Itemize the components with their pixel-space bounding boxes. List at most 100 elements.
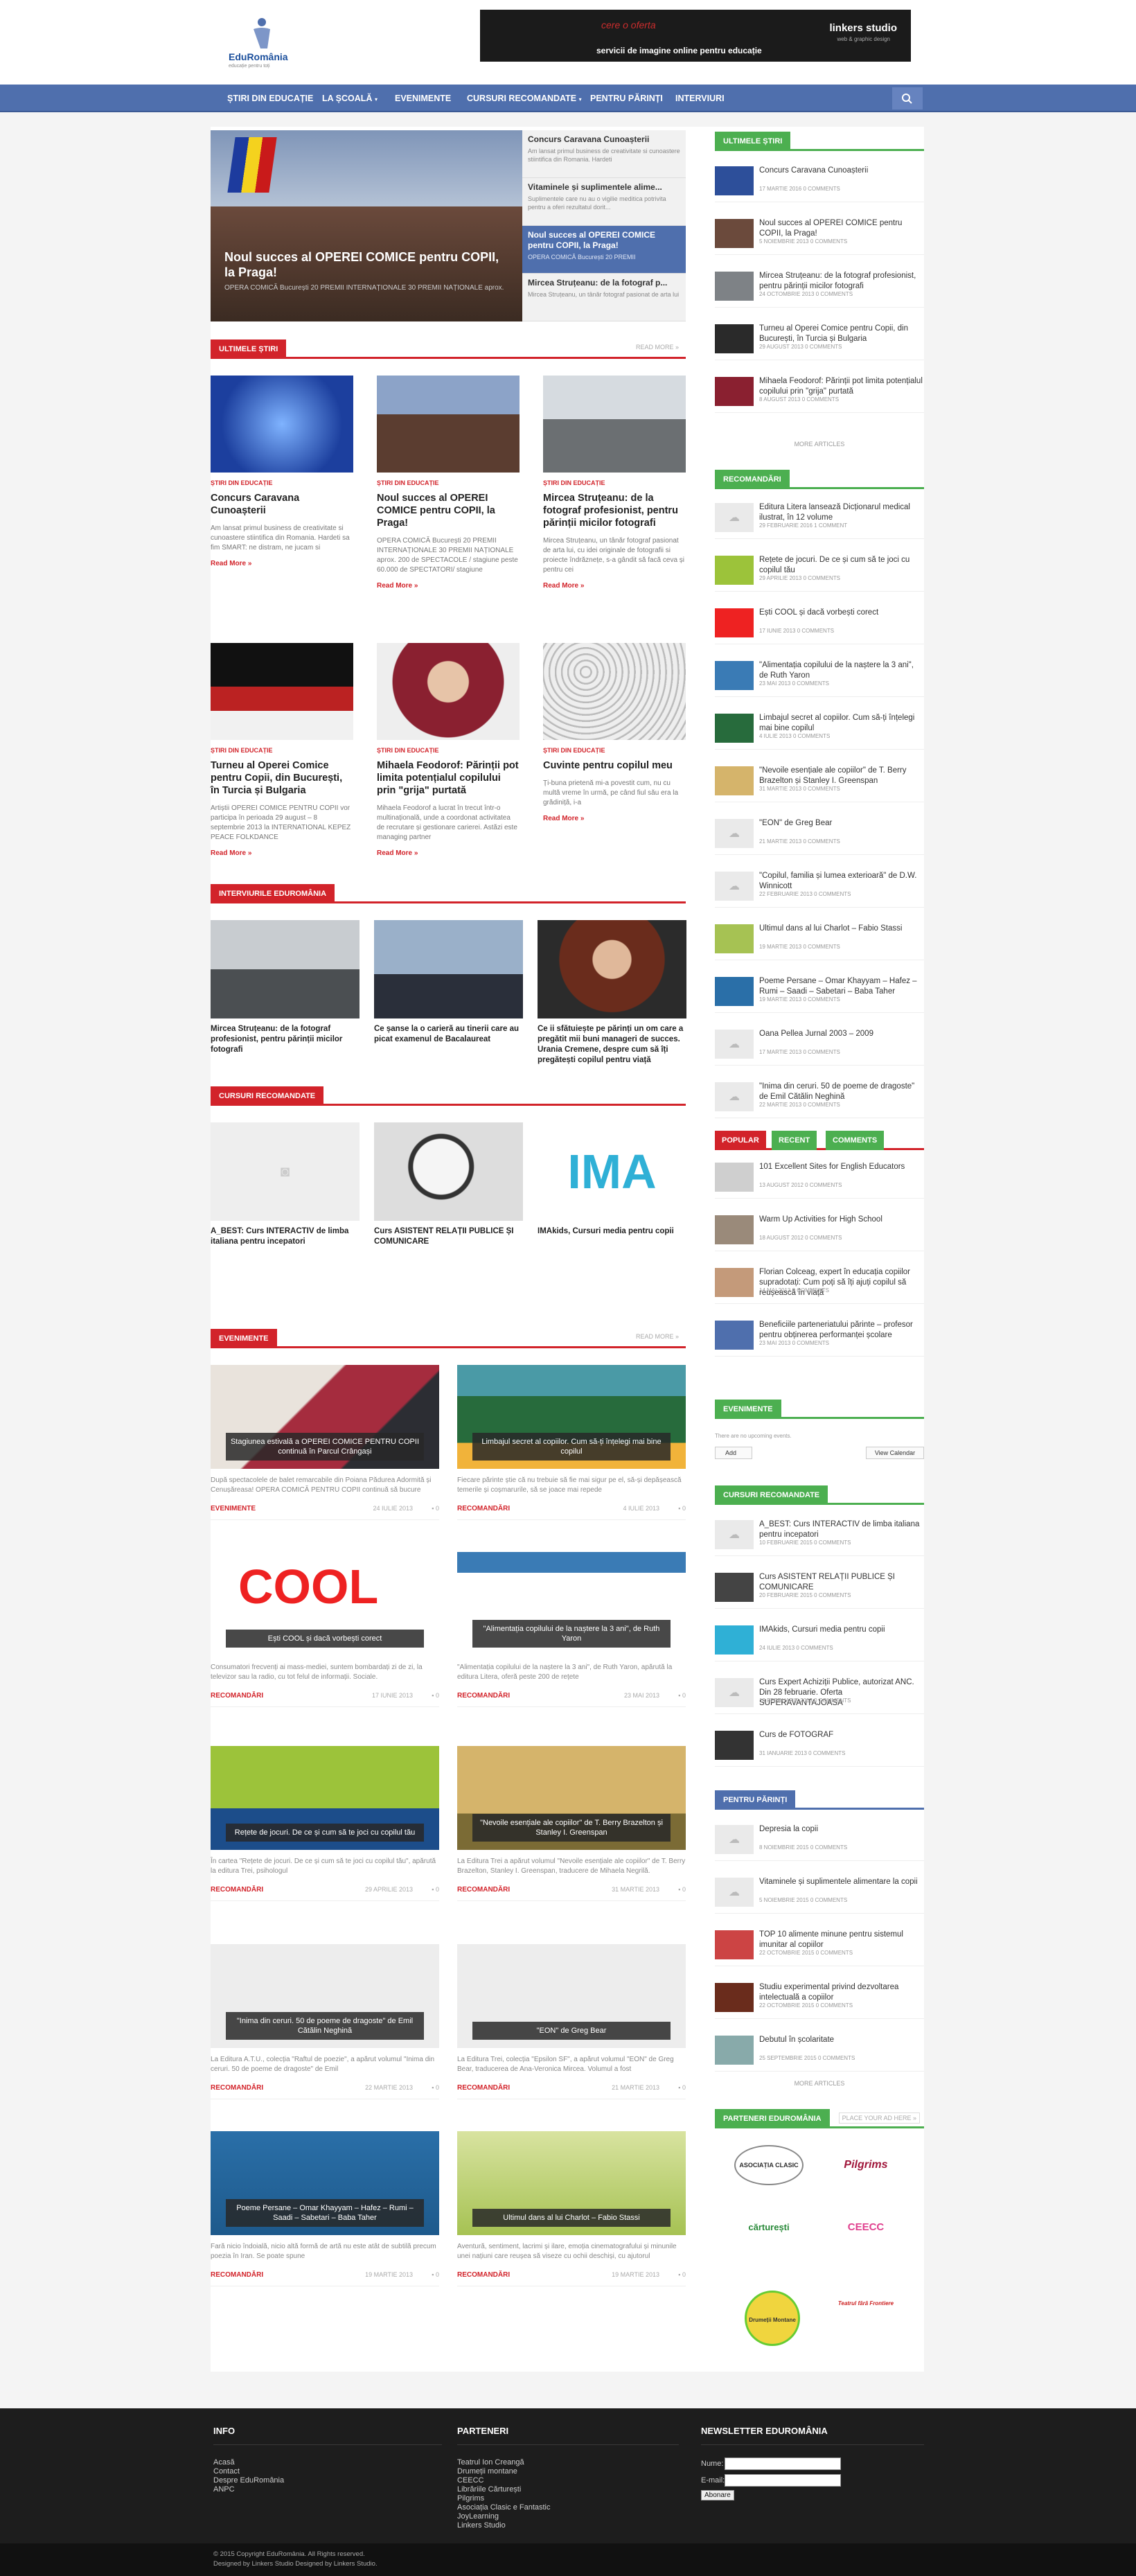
card-image[interactable]: Limbajul secret al copiilor. Cum să-ți î… — [457, 1365, 686, 1469]
event-card[interactable]: "EON" de Greg Bear La Editura Trei, cole… — [457, 1944, 686, 2099]
sidebar-list-item[interactable]: ☁ "Copilul, familia și lumea exterioară" … — [715, 869, 924, 908]
card-category[interactable]: RECOMANDĂRI — [211, 2271, 263, 2279]
card-image[interactable]: "Alimentația copilului de la naștere la … — [457, 1552, 686, 1656]
card-image[interactable] — [538, 920, 686, 1018]
card-category[interactable]: ȘTIRI DIN EDUCAȚIE — [377, 747, 520, 754]
read-more-link[interactable]: Read More » — [211, 560, 353, 567]
card-image[interactable] — [543, 643, 686, 740]
item-thumbnail[interactable] — [715, 1731, 754, 1760]
sidebar-list-item[interactable]: Noul succes al OPEREI COMICE pentru COPI… — [715, 216, 924, 255]
card-caption[interactable]: "EON" de Greg Bear — [472, 2022, 671, 2040]
footer-partner-link[interactable]: Asociația Clasic e Fantastic — [457, 2503, 551, 2512]
sidebar-list-item[interactable]: ☁ Editura Litera lansează Dicționarul med… — [715, 500, 924, 539]
item-thumbnail[interactable] — [715, 714, 754, 743]
item-title[interactable]: Curs Expert Achiziții Publice, autorizat… — [759, 1677, 924, 1709]
event-card[interactable]: Rețete de jocuri. De ce și cum să te joc… — [211, 1746, 439, 1901]
card-image[interactable]: Stagiunea estivală a OPEREI COMICE PENTR… — [211, 1365, 439, 1469]
card-image[interactable] — [377, 376, 520, 473]
footer-link-despre[interactable]: Despre EduRomânia — [213, 2476, 284, 2485]
card-image[interactable]: Rețete de jocuri. De ce și cum să te joc… — [211, 1746, 439, 1850]
partner-logo-pilgrims[interactable]: Pilgrims — [831, 2148, 900, 2182]
nav-item-cursuri[interactable]: CURSURI RECOMANDATE ▾ — [467, 85, 582, 112]
sidebar-list-item[interactable]: IMAkids, Cursuri media pentru copii 24 IU… — [715, 1623, 924, 1661]
slider-list-item[interactable]: Vitaminele și suplimentele alime... Supli… — [522, 178, 686, 226]
card-caption[interactable]: "Inima din ceruri. 50 de poeme de dragos… — [226, 2012, 424, 2040]
sidebar-list-item[interactable]: ☁ Vitaminele și suplimentele alimentare l… — [715, 1875, 924, 1914]
course-card[interactable]: ◙ A_BEST: Curs INTERACTIV de limba itali… — [211, 1122, 360, 1247]
card-image[interactable]: COOL Ești COOL și dacă vorbești corect — [211, 1552, 439, 1656]
card-title[interactable]: IMAkids, Cursuri media pentru copii — [538, 1226, 686, 1237]
slider-list-item-active[interactable]: Noul succes al OPEREI COMICE pentru COPI… — [522, 226, 686, 274]
card-category[interactable]: RECOMANDĂRI — [457, 2084, 510, 2092]
item-comments[interactable]: 0 COMMENTS — [810, 1844, 847, 1851]
comment-count[interactable]: ▪ 0 — [432, 2084, 439, 2091]
card-caption[interactable]: Rețete de jocuri. De ce și cum să te joc… — [226, 1824, 424, 1842]
slider-list-item[interactable]: Mircea Struțeanu: de la fotograf p... Mir… — [522, 274, 686, 321]
event-card[interactable]: "Inima din ceruri. 50 de poeme de dragos… — [211, 1944, 439, 2099]
item-comments[interactable]: 0 COMMENTS — [805, 344, 842, 350]
sidebar-list-item[interactable]: Curs ASISTENT RELAȚII PUBLICE ȘI COMUNIC… — [715, 1570, 924, 1609]
item-thumbnail[interactable] — [715, 1321, 754, 1350]
card-title[interactable]: Mircea Struțeanu: de la fotograf profesi… — [211, 1024, 360, 1055]
event-card[interactable]: COOL Ești COOL și dacă vorbești corect Co… — [211, 1552, 439, 1707]
item-comments[interactable]: 0 COMMENTS — [805, 1235, 842, 1241]
card-title[interactable]: Ce șanse la o carieră au tinerii care au… — [374, 1024, 523, 1045]
item-comments[interactable]: 0 COMMENTS — [803, 186, 840, 192]
item-comments[interactable]: 1 COMMENT — [814, 522, 847, 529]
card-image[interactable]: Ultimul dans al lui Charlot – Fabio Stas… — [457, 2131, 686, 2235]
item-title[interactable]: Rețete de jocuri. De ce și cum să te joc… — [759, 555, 924, 576]
card-image-placeholder[interactable]: "Inima din ceruri. 50 de poeme de dragos… — [211, 1944, 439, 2048]
comment-bubble-icon[interactable]: ☁ — [715, 1825, 754, 1854]
ad-banner[interactable]: cere o oferta servicii de imagine online… — [480, 10, 911, 62]
card-category[interactable]: RECOMANDĂRI — [211, 2084, 263, 2092]
course-card[interactable]: Curs ASISTENT RELAȚII PUBLICE ȘI COMUNIC… — [374, 1122, 523, 1247]
item-title[interactable]: Concurs Caravana Cunoașterii — [759, 166, 924, 176]
event-card[interactable]: Stagiunea estivală a OPEREI COMICE PENTR… — [211, 1365, 439, 1520]
item-thumbnail[interactable] — [715, 2036, 754, 2065]
partner-logo-teatru[interactable]: Teatrul fără Frontiere — [831, 2300, 900, 2321]
card-image[interactable]: Poeme Persane – Omar Khayyam – Hafez – R… — [211, 2131, 439, 2235]
news-card[interactable]: ȘTIRI DIN EDUCAȚIE Concurs Caravana Cuno… — [211, 376, 353, 567]
nav-item-la-scoala[interactable]: LA ȘCOALĂ ▾ — [322, 85, 378, 112]
item-thumbnail[interactable] — [715, 766, 754, 795]
item-title[interactable]: Studiu experimental privind dezvoltarea … — [759, 1982, 924, 2003]
comment-count[interactable]: ▪ 0 — [678, 1505, 686, 1512]
tab-recent[interactable]: RECENT — [772, 1131, 817, 1150]
partner-logo-clasic[interactable]: ASOCIAȚIA CLASIC — [734, 2145, 804, 2185]
item-title[interactable]: Mircea Struțeanu: de la fotograf profesi… — [759, 271, 924, 292]
card-title[interactable]: Mihaela Feodorof: Părinții pot limita po… — [377, 759, 520, 797]
sidebar-list-item[interactable]: ☁ Curs Expert Achiziții Publice, autoriza… — [715, 1675, 924, 1714]
sidebar-list-item[interactable]: Rețete de jocuri. De ce și cum să te joc… — [715, 553, 924, 592]
card-category[interactable]: ȘTIRI DIN EDUCAȚIE — [211, 747, 353, 754]
comment-count[interactable]: ▪ 0 — [678, 2084, 686, 2091]
comment-bubble-icon[interactable]: ☁ — [715, 1082, 754, 1111]
card-title[interactable]: Ce ii sfătuiește pe părinți un om care a… — [538, 1024, 686, 1066]
item-comments[interactable]: 0 COMMENTS — [803, 786, 840, 792]
item-title[interactable]: A_BEST: Curs INTERACTIV de limba italian… — [759, 1519, 924, 1540]
nav-item-interviuri[interactable]: INTERVIURI — [675, 85, 725, 112]
card-category[interactable]: EVENIMENTE — [211, 1505, 256, 1512]
news-card[interactable]: ȘTIRI DIN EDUCAȚIE Mihaela Feodorof: Păr… — [377, 643, 520, 857]
card-category[interactable]: RECOMANDĂRI — [457, 1692, 510, 1700]
item-comments[interactable]: 0 COMMENTS — [803, 1049, 840, 1055]
item-thumbnail[interactable] — [715, 977, 754, 1006]
card-category[interactable]: ȘTIRI DIN EDUCAȚIE — [543, 479, 686, 486]
item-comments[interactable]: 0 COMMENTS — [816, 2002, 853, 2009]
item-thumbnail[interactable] — [715, 556, 754, 585]
comment-count[interactable]: ▪ 0 — [678, 2271, 686, 2278]
item-thumbnail[interactable] — [715, 1930, 754, 1959]
read-more-link[interactable]: Read More » — [543, 815, 686, 822]
slider-list-item[interactable]: Concurs Caravana Cunoașterii Am lansat pr… — [522, 130, 686, 178]
card-title[interactable]: Curs ASISTENT RELAȚII PUBLICE ȘI COMUNIC… — [374, 1226, 523, 1247]
news-card[interactable]: ȘTIRI DIN EDUCAȚIE Noul succes al OPEREI… — [377, 376, 520, 590]
news-card[interactable]: ȘTIRI DIN EDUCAȚIE Mircea Struțeanu: de … — [543, 376, 686, 590]
sidebar-list-item[interactable]: Mircea Struțeanu: de la fotograf profesi… — [715, 269, 924, 308]
card-image[interactable] — [211, 643, 353, 740]
sidebar-list-item[interactable]: Studiu experimental privind dezvoltarea … — [715, 1980, 924, 2019]
sidebar-list-item[interactable]: Concurs Caravana Cunoașterii 17 MARTIE 20… — [715, 164, 924, 202]
footer-partner-link[interactable]: JoyLearning — [457, 2512, 499, 2521]
item-thumbnail[interactable] — [715, 324, 754, 353]
item-comments[interactable]: 0 COMMENTS — [792, 680, 829, 687]
item-title[interactable]: Oana Pellea Jurnal 2003 – 2009 — [759, 1029, 924, 1039]
card-category[interactable]: RECOMANDĂRI — [211, 1692, 263, 1700]
